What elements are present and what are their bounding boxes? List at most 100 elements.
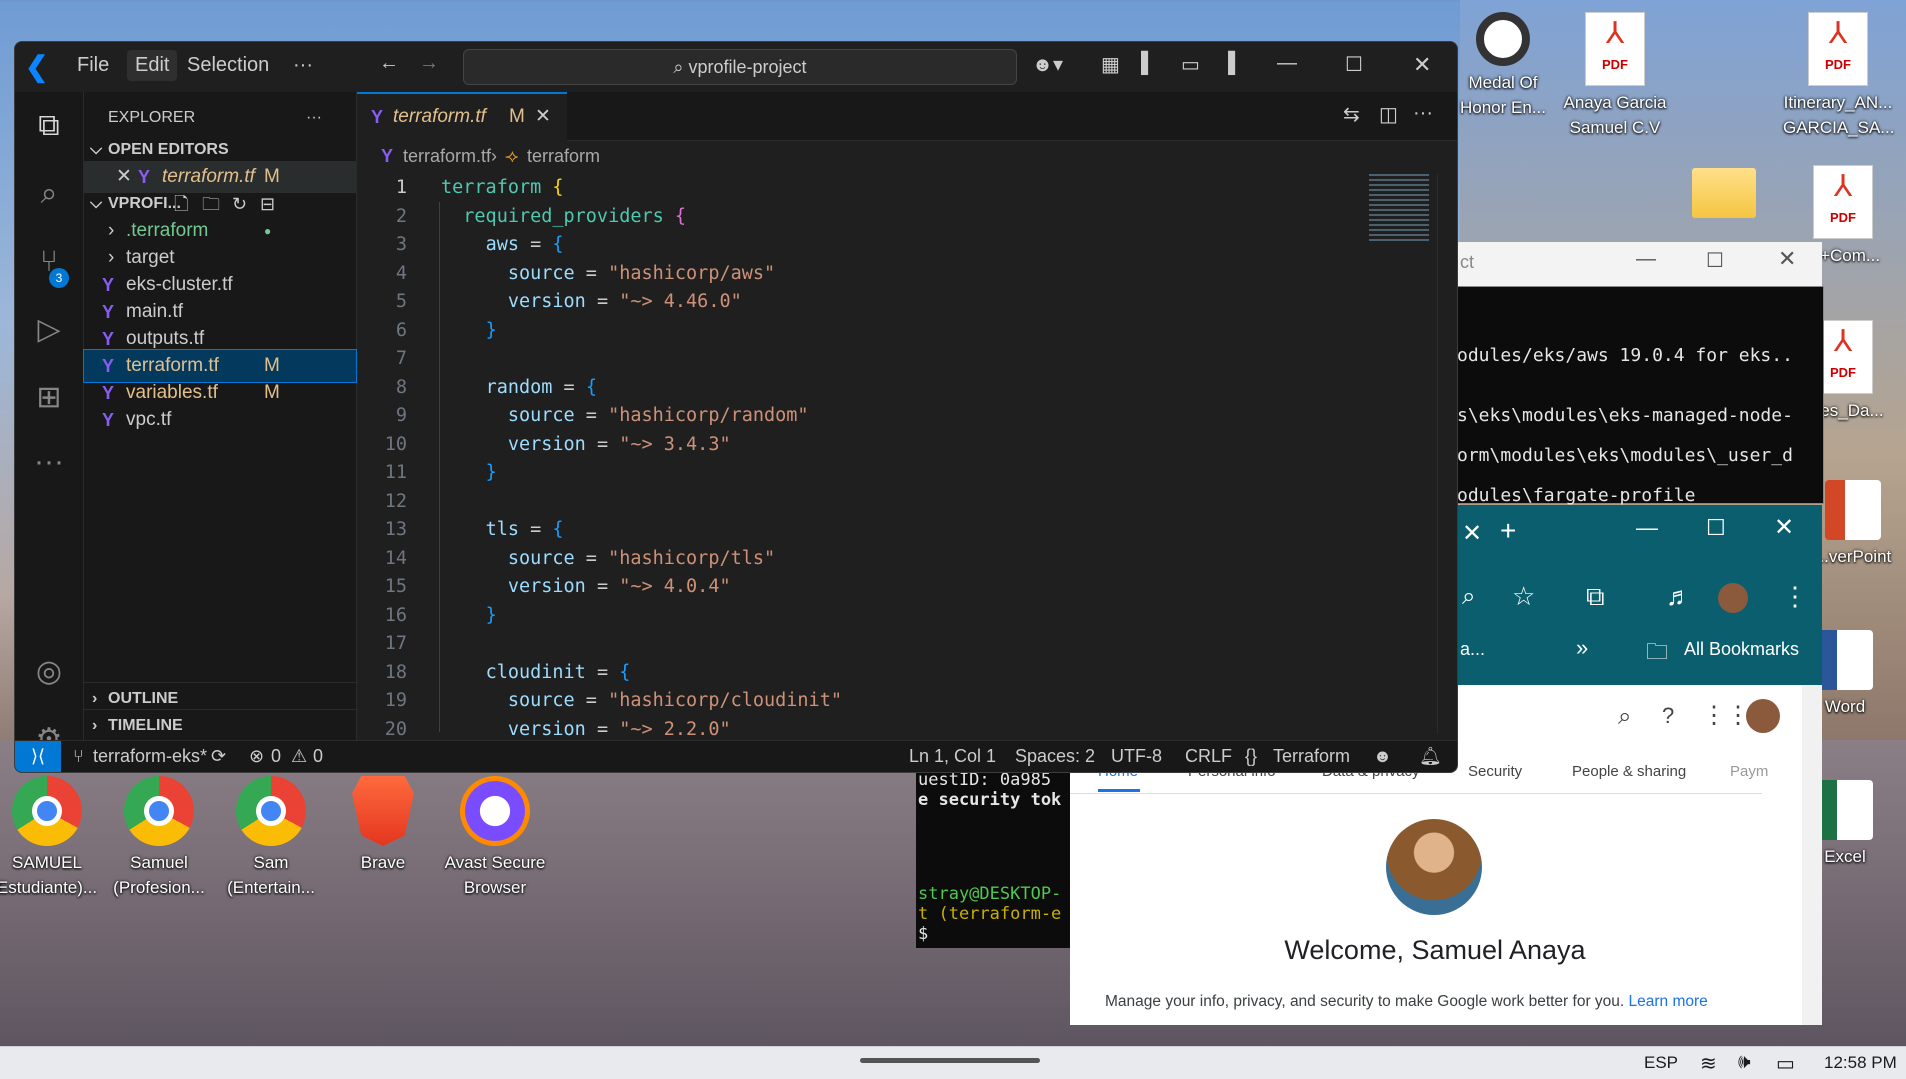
zoom-icon[interactable]: ⌕ — [1462, 583, 1475, 611]
breadcrumb-symbol[interactable]: terraform — [527, 140, 600, 172]
minimize-icon[interactable]: — — [1277, 52, 1297, 75]
tab-security[interactable]: Security — [1468, 763, 1522, 780]
close-icon[interactable]: ✕ — [1413, 52, 1431, 78]
clock[interactable]: 12:58 PM — [1824, 1053, 1897, 1073]
timeline-section[interactable]: › TIMELINE — [84, 709, 356, 742]
notifications-bell-icon[interactable]: 🔔︎ — [1419, 741, 1442, 772]
more-options-icon[interactable]: ⋮ — [1782, 581, 1808, 612]
minimap[interactable] — [1369, 174, 1429, 244]
minimize-icon[interactable]: — — [1636, 248, 1656, 271]
search-icon[interactable]: ⌕ — [29, 174, 69, 214]
toggle-panel-icon[interactable]: ▭ — [1181, 52, 1200, 77]
account-avatar-icon[interactable] — [1746, 699, 1780, 733]
menu-selection[interactable]: Selection — [187, 54, 269, 77]
learn-more-link[interactable]: Learn more — [1629, 993, 1708, 1010]
branch-name[interactable]: terraform-eks* — [93, 741, 207, 772]
maximize-icon[interactable]: ☐ — [1706, 248, 1724, 273]
desktop-icon-chrome-sam-entertainment[interactable]: Sam (Entertain... — [216, 776, 326, 900]
terminal-cursor-line[interactable]: $ — [918, 924, 938, 944]
desktop-icon-chrome-samuel-profesional[interactable]: Samuel (Profesion... — [104, 776, 214, 900]
home-indicator[interactable] — [860, 1058, 1040, 1063]
code-editor[interactable]: 1 terraform { 2 required_providers { 3 aw… — [357, 174, 1447, 740]
explorer-icon[interactable]: ⧉ — [29, 106, 69, 146]
back-arrow-icon[interactable]: ← — [379, 52, 399, 75]
remote-indicator-icon[interactable]: ⟩⟨ — [15, 741, 61, 772]
profile-photo[interactable] — [1386, 819, 1482, 915]
desktop-icon-brave[interactable]: Brave — [328, 776, 438, 875]
wifi-icon[interactable]: ≋ — [1700, 1051, 1717, 1076]
desktop-icon-chrome-samuel-estudiante[interactable]: SAMUEL Estudiante)... — [0, 776, 102, 900]
extensions-icon[interactable]: ⧉ — [1586, 581, 1605, 613]
more-actions-icon[interactable]: ··· — [1413, 102, 1433, 125]
toggle-sidebar-icon[interactable]: ▌ — [1141, 52, 1155, 75]
forward-arrow-icon[interactable]: → — [419, 52, 439, 75]
extensions-icon[interactable]: ⊞ — [29, 378, 69, 418]
more-icon[interactable]: ··· — [29, 442, 69, 482]
help-icon[interactable]: ? — [1662, 703, 1674, 729]
chrome-icon — [12, 776, 82, 846]
menu-file[interactable]: File — [77, 54, 109, 77]
close-icon[interactable]: ✕ — [535, 94, 551, 140]
close-icon[interactable]: ✕ — [1778, 246, 1796, 272]
profile-avatar-icon[interactable] — [1718, 583, 1748, 613]
editor-area: Y terraform.tf M ✕ ⇆ ◫ ··· Y terraform.t… — [357, 92, 1457, 740]
warning-count[interactable]: 0 — [313, 741, 323, 772]
apps-grid-icon[interactable]: ⋮⋮ — [1702, 701, 1750, 730]
tab-terraform-tf[interactable]: Y terraform.tf M ✕ — [357, 92, 567, 142]
tab-payments[interactable]: Paym — [1730, 763, 1768, 780]
word-icon — [1817, 630, 1873, 690]
more-bookmarks-icon[interactable]: » — [1576, 635, 1588, 661]
breadcrumb-file[interactable]: terraform.tf — [403, 140, 491, 172]
explorer-more-icon[interactable]: ··· — [306, 102, 322, 134]
add-tab-icon[interactable]: + — [1500, 515, 1516, 547]
minimize-icon[interactable]: — — [1636, 515, 1658, 541]
copilot-icon[interactable]: ☻ — [1373, 741, 1392, 772]
search-icon: ⌕ — [673, 57, 689, 77]
indentation[interactable]: Spaces: 2 — [1015, 741, 1095, 772]
maximize-icon[interactable]: ☐ — [1345, 52, 1363, 77]
scrollbar[interactable] — [1437, 174, 1452, 734]
all-bookmarks-button[interactable]: All Bookmarks — [1684, 639, 1799, 660]
battery-icon[interactable]: ▭ — [1776, 1051, 1795, 1076]
scrollbar[interactable] — [1802, 685, 1822, 1025]
line-ending[interactable]: CRLF — [1185, 741, 1232, 772]
menu-edit[interactable]: Edit — [127, 50, 178, 81]
search-icon[interactable]: ⌕ — [1618, 703, 1631, 731]
bookmark-star-icon[interactable]: ☆ — [1512, 581, 1535, 612]
sync-icon[interactable]: ⟳ — [211, 741, 226, 772]
encoding[interactable]: UTF-8 — [1111, 741, 1162, 772]
media-control-icon[interactable]: ♬ — [1666, 581, 1692, 612]
cursor-position[interactable]: Ln 1, Col 1 — [909, 741, 996, 772]
desktop-icon-itinerary-pdf[interactable]: ⅄ Itinerary_AN... GARCIA_SA... — [1783, 12, 1894, 140]
folder-icon[interactable] — [1692, 168, 1756, 218]
language-mode[interactable]: Terraform — [1273, 741, 1350, 772]
copilot-icon[interactable]: ☻▾ — [1032, 52, 1063, 77]
split-editor-icon[interactable]: ◫ — [1379, 102, 1398, 127]
command-center-search[interactable]: ⌕ vprofile-project — [463, 49, 1017, 85]
status-bar: ⟩⟨ ⑂ terraform-eks* ⟳ ⊗ 0 ⚠ 0 Ln 1, Col … — [15, 740, 1457, 772]
volume-icon[interactable]: 🕪 — [1738, 1051, 1751, 1074]
branch-icon: ⑂ — [73, 746, 84, 766]
bookmark-item[interactable]: a... — [1460, 639, 1485, 660]
tab-people-sharing[interactable]: People & sharing — [1572, 763, 1686, 780]
tree-item-vpc[interactable]: Y vpc.tf — [84, 404, 356, 436]
terminal-branch: t (terraform-e — [918, 904, 1062, 924]
excel-icon — [1817, 780, 1873, 840]
run-debug-icon[interactable]: ▷ — [29, 310, 69, 350]
close-icon[interactable]: ✕ — [1774, 513, 1794, 542]
desktop-icon-cv-pdf[interactable]: ⅄ Anaya Garcia Samuel C.V — [1560, 12, 1670, 140]
explorer-header: EXPLORER ··· — [84, 102, 356, 134]
maximize-icon[interactable]: ☐ — [1706, 515, 1726, 541]
desktop-icon-medal-of-honor[interactable]: Medal Of Honor En... — [1448, 12, 1558, 120]
new-tab-icon[interactable]: ✕ — [1462, 519, 1482, 548]
desktop-icon-avast[interactable]: Avast Secure Browser — [440, 776, 550, 900]
error-count[interactable]: 0 — [271, 741, 281, 772]
tab-divider — [1070, 793, 1762, 794]
menu-more[interactable]: ··· — [293, 54, 313, 77]
layout-customize-icon[interactable]: ▦ — [1101, 52, 1120, 77]
avast-icon — [460, 776, 530, 846]
language-indicator[interactable]: ESP — [1644, 1053, 1678, 1073]
accounts-icon[interactable]: ◎ — [29, 652, 69, 692]
toggle-secondary-sidebar-icon[interactable]: ▐ — [1221, 52, 1235, 75]
open-changes-icon[interactable]: ⇆ — [1343, 102, 1360, 127]
